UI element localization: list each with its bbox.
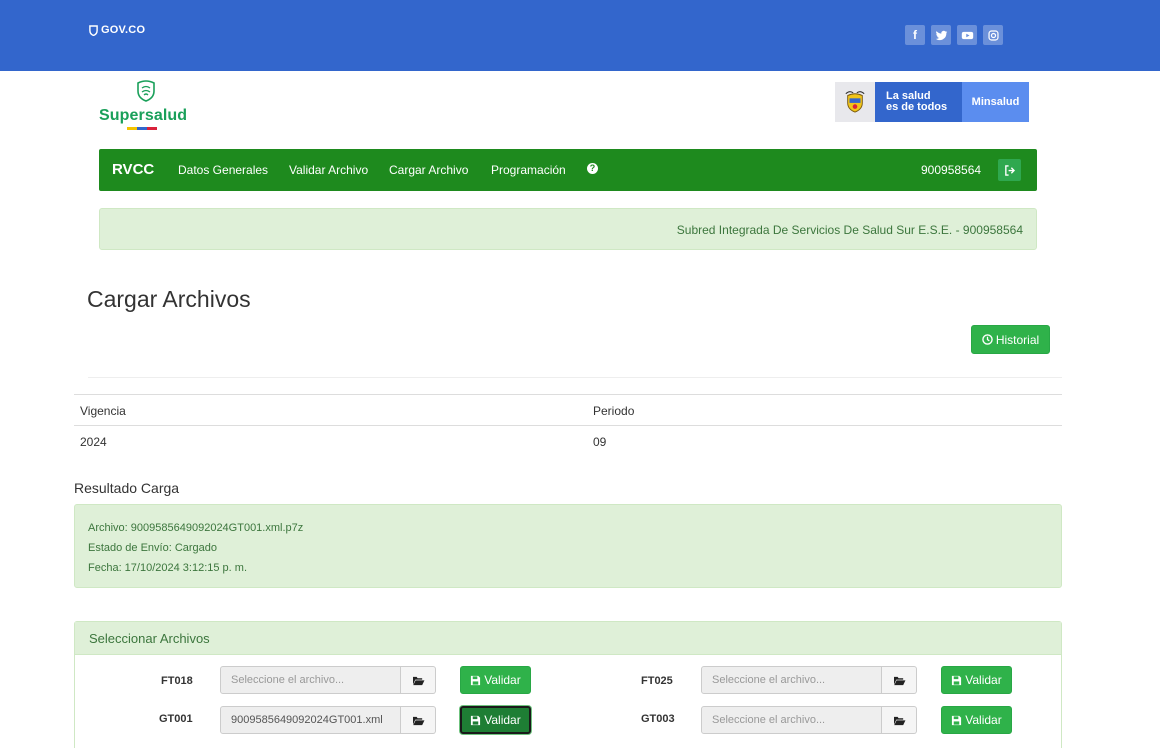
facebook-icon[interactable]: f (905, 25, 925, 45)
validar-label: Validar (965, 713, 1002, 727)
resultado-estado: Estado de Envío: Cargado (88, 542, 218, 554)
folder-open-icon (412, 676, 424, 685)
colombia-coat-of-arms-icon (835, 82, 875, 122)
nav-item-cargar-archivo[interactable]: Cargar Archivo (389, 163, 468, 177)
file-label-gt001: GT001 (159, 713, 193, 725)
save-icon (952, 715, 962, 725)
validar-button-gt003[interactable]: Validar (941, 706, 1012, 734)
minsalud-logo[interactable]: La salud es de todos Minsalud (835, 82, 1029, 122)
help-icon[interactable]: ? (587, 163, 598, 174)
file-input-gt001[interactable]: 9009585649092024GT001.xml (220, 706, 401, 734)
panel-heading: Seleccionar Archivos (75, 622, 1061, 655)
validar-button-ft025[interactable]: Validar (941, 666, 1012, 694)
value-periodo: 09 (593, 435, 607, 449)
file-input-placeholder: Seleccione el archivo... (712, 674, 826, 686)
validar-label: Validar (484, 713, 521, 727)
validar-label: Validar (484, 673, 521, 687)
divider (88, 377, 1062, 378)
minsalud-label: Minsalud (962, 82, 1029, 122)
folder-open-icon (893, 716, 905, 725)
file-label-ft025: FT025 (641, 675, 673, 687)
historial-label: Historial (995, 332, 1040, 347)
entity-alert: Subred Integrada De Servicios De Salud S… (99, 208, 1037, 250)
file-input-ft025[interactable]: Seleccione el archivo... (701, 666, 882, 694)
save-icon (471, 675, 481, 685)
browse-button-gt001[interactable] (401, 706, 436, 734)
vigencia-table: Vigencia Periodo 2024 09 (74, 394, 1062, 456)
file-label-gt003: GT003 (641, 713, 675, 725)
gov-co-text: GOV.CO (101, 24, 146, 36)
supersalud-name: Supersalud (99, 107, 188, 124)
nav-item-programacion[interactable]: Programación (491, 163, 566, 177)
entity-name: Subred Integrada De Servicios De Salud S… (676, 223, 1023, 237)
validar-label: Validar (965, 673, 1002, 687)
clock-icon (982, 334, 993, 345)
logout-button[interactable] (998, 159, 1021, 181)
supersalud-logo[interactable]: Supersalud (99, 80, 187, 130)
folder-open-icon (893, 676, 905, 685)
folder-open-icon (412, 716, 424, 725)
youtube-icon[interactable] (957, 25, 977, 45)
page-title: Cargar Archivos (87, 286, 251, 312)
user-nit: 900958564 (921, 163, 982, 177)
minsalud-slogan: La salud es de todos (875, 82, 962, 122)
file-input-value: 9009585649092024GT001.xml (231, 714, 383, 726)
validar-button-ft018[interactable]: Validar (460, 666, 531, 694)
flag-stripe (127, 127, 157, 130)
header-periodo: Periodo (593, 404, 635, 418)
value-vigencia: 2024 (80, 435, 107, 449)
validar-button-gt001[interactable]: Validar (460, 706, 531, 734)
historial-button[interactable]: Historial (971, 325, 1050, 354)
twitter-icon[interactable] (931, 25, 951, 45)
browse-button-ft018[interactable] (401, 666, 436, 694)
resultado-carga-title: Resultado Carga (74, 480, 180, 496)
sign-out-icon (1005, 164, 1015, 176)
file-input-ft018[interactable]: Seleccione el archivo... (220, 666, 401, 694)
instagram-icon[interactable] (983, 25, 1003, 45)
browse-button-gt003[interactable] (882, 706, 917, 734)
nav-brand-rvcc[interactable]: RVCC (112, 161, 154, 178)
nav-item-validar-archivo[interactable]: Validar Archivo (289, 163, 368, 177)
social-links: f (905, 25, 1003, 45)
file-input-placeholder: Seleccione el archivo... (712, 714, 826, 726)
file-input-placeholder: Seleccione el archivo... (231, 674, 345, 686)
resultado-archivo: Archivo: 9009585649092024GT001.xml.p7z (88, 522, 304, 534)
browse-button-ft025[interactable] (882, 666, 917, 694)
supersalud-shield-icon (137, 80, 155, 102)
nav-item-datos-generales[interactable]: Datos Generales (178, 163, 268, 177)
file-input-gt003[interactable]: Seleccione el archivo... (701, 706, 882, 734)
gov-top-bar: GOV.CO f (0, 0, 1160, 71)
header-vigencia: Vigencia (80, 404, 126, 418)
save-icon (471, 715, 481, 725)
save-icon (952, 675, 962, 685)
resultado-fecha: Fecha: 17/10/2024 3:12:15 p. m. (88, 562, 248, 574)
resultado-carga-alert: Archivo: 9009585649092024GT001.xml.p7z E… (74, 504, 1062, 588)
gov-co-logo[interactable]: GOV.CO (89, 24, 145, 36)
table-row: 2024 09 (74, 425, 1062, 456)
gov-shield-icon (89, 24, 98, 36)
main-navbar: RVCC Datos Generales Validar Archivo Car… (99, 149, 1037, 191)
table-header-row: Vigencia Periodo (74, 394, 1062, 425)
file-label-ft018: FT018 (161, 675, 193, 687)
